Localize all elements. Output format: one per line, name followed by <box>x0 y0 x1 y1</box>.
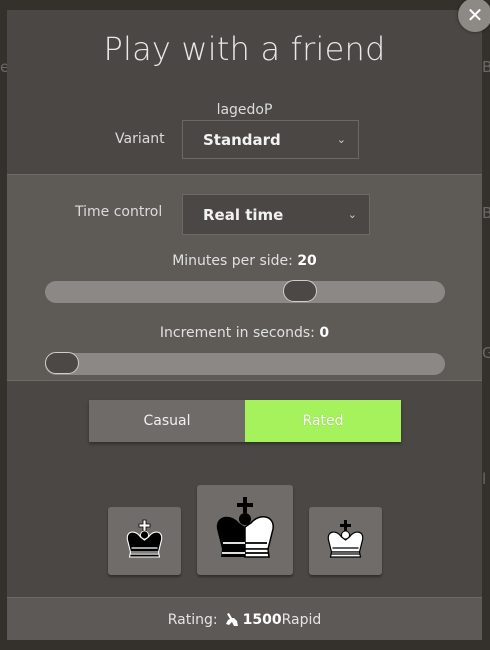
rating-value: 1500 <box>242 611 282 628</box>
minutes-value: 20 <box>297 253 317 269</box>
white-king-icon <box>327 520 364 558</box>
half-king-icon <box>216 497 274 558</box>
increment-slider-thumb[interactable] <box>45 352 79 374</box>
increment-value: 0 <box>319 325 330 341</box>
game-mode-toggle: Casual Rated <box>89 400 401 442</box>
casual-button[interactable]: Casual <box>89 400 245 442</box>
time-control-value: Real time <box>203 205 284 224</box>
variant-value: Standard <box>203 130 281 149</box>
background-text-fragment: B <box>482 204 490 222</box>
time-control-select[interactable]: Real time ⌄ <box>182 194 370 235</box>
close-icon[interactable]: ✕ <box>458 0 490 32</box>
increment-label-text: Increment in seconds: <box>159 325 320 341</box>
background-text-fragment: l <box>482 470 487 488</box>
black-king-icon <box>126 519 163 558</box>
play-random-color-button[interactable] <box>197 485 293 575</box>
variant-select[interactable]: Standard ⌄ <box>182 120 359 159</box>
minutes-slider-thumb[interactable] <box>282 280 317 302</box>
play-as-white-button[interactable] <box>309 507 382 575</box>
minutes-per-side-label: Minutes per side: 20 <box>7 253 482 269</box>
increment-slider[interactable] <box>45 352 445 375</box>
minutes-label-text: Minutes per side: <box>172 253 298 269</box>
background-text-fragment: B <box>482 58 490 76</box>
modal-title: Play with a friend <box>103 30 386 68</box>
rabbit-icon <box>225 612 238 626</box>
play-as-black-button[interactable] <box>108 507 181 575</box>
opponent-username: lagedoP <box>216 102 273 118</box>
time-control-label: Time control <box>75 204 163 220</box>
background-text-fragment: G <box>482 344 490 362</box>
time-control-section: Time control Real time ⌄ Minutes per sid… <box>7 174 482 381</box>
rating-suffix: Rapid <box>281 611 322 628</box>
increment-label: Increment in seconds: 0 <box>7 325 482 341</box>
rating-footer: Rating: 1500 Rapid <box>7 597 482 640</box>
chevron-down-icon: ⌄ <box>347 207 357 221</box>
rated-button[interactable]: Rated <box>245 400 401 442</box>
rating-prefix: Rating: <box>167 611 218 628</box>
play-with-friend-modal: Play with a friend lagedoP Variant Stand… <box>7 10 482 640</box>
minutes-slider[interactable] <box>45 280 445 303</box>
variant-label: Variant <box>115 131 165 147</box>
chevron-down-icon: ⌄ <box>336 132 346 146</box>
